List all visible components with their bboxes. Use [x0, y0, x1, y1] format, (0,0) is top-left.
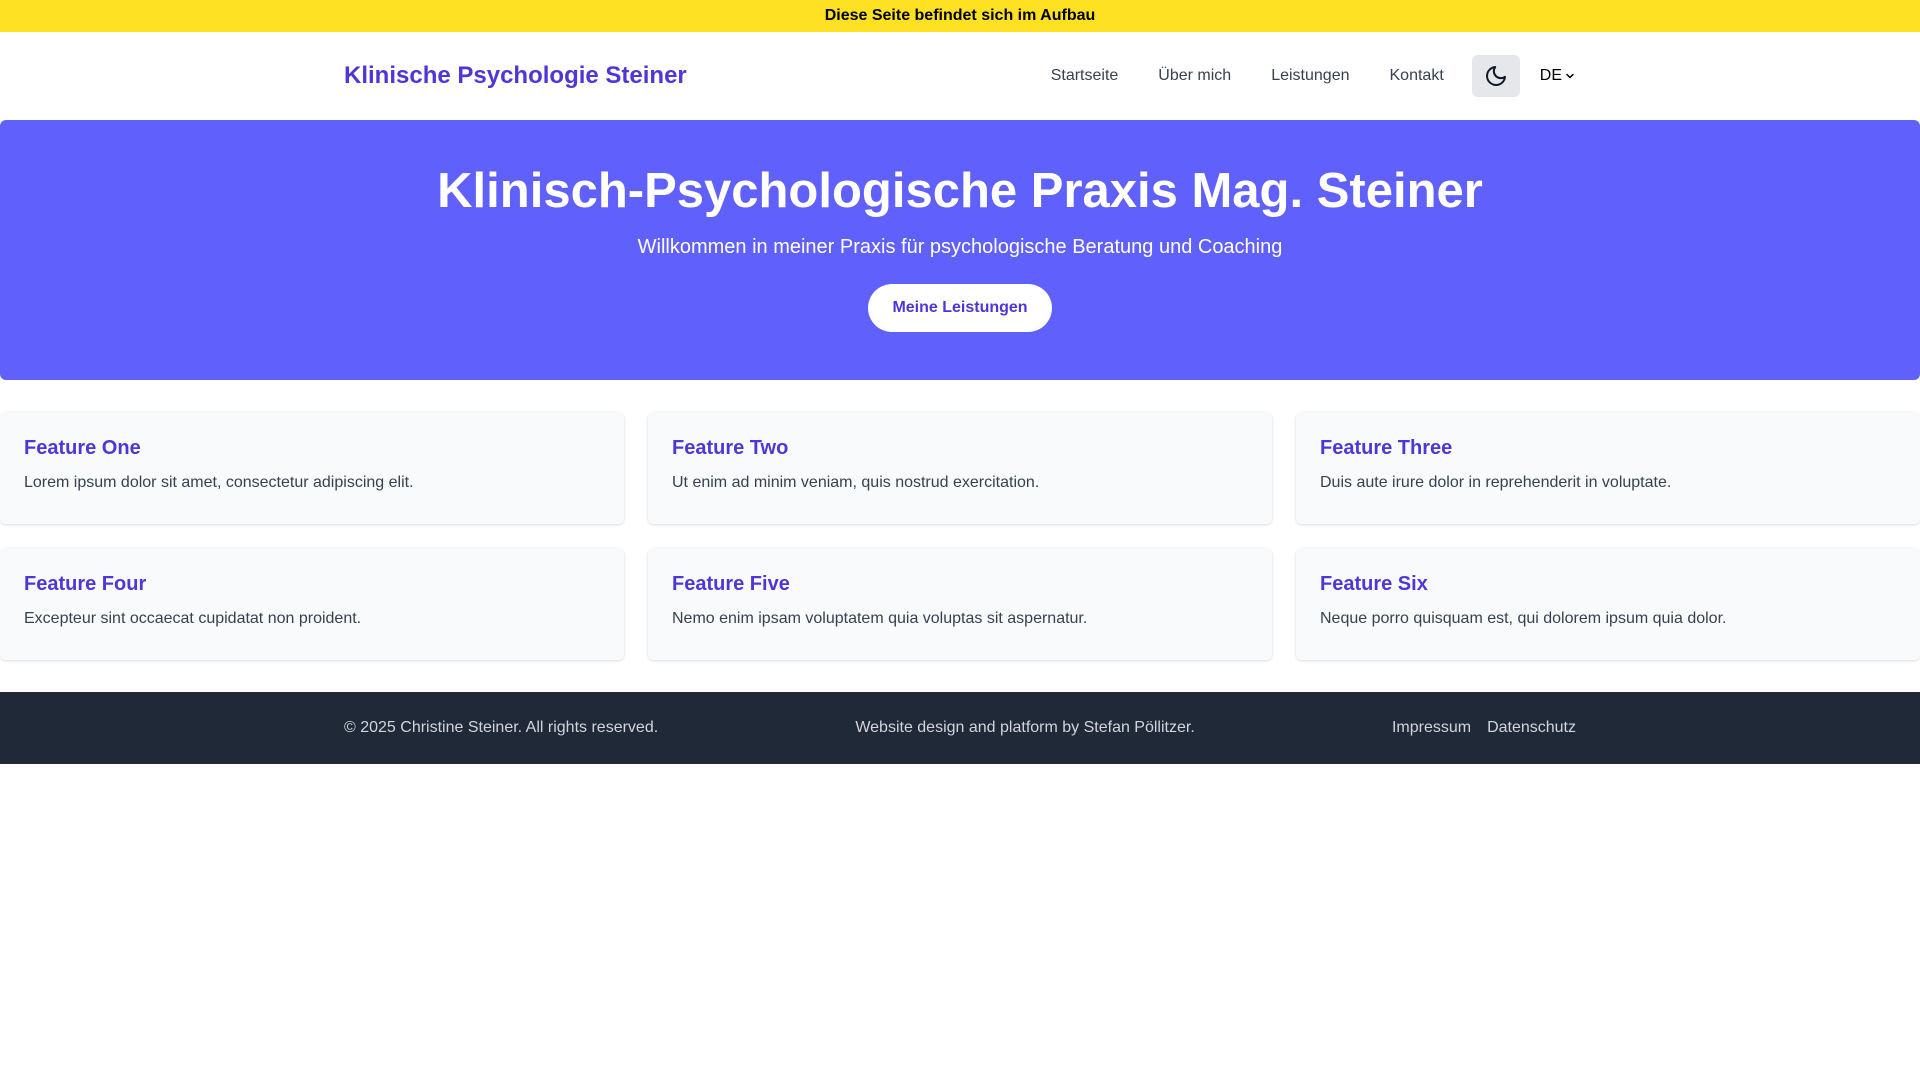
language-selector[interactable]: DE: [1540, 67, 1576, 85]
construction-banner-text: Diese Seite befindet sich im Aufbau: [824, 7, 1096, 24]
services-button[interactable]: Meine Leistungen: [868, 284, 1052, 332]
language-selector-value: DE: [1539, 67, 1562, 84]
moon-icon: [1485, 66, 1506, 86]
construction-banner: Diese Seite befindet sich im Aufbau: [0, 0, 1920, 32]
footer-links: Impressum Datenschutz: [1392, 719, 1576, 737]
feature-card: Feature Four Excepteur sint occaecat cup…: [0, 548, 624, 660]
theme-toggle-button[interactable]: [1471, 55, 1520, 97]
feature-text: Ut enim ad minim veniam, quis nostrud ex…: [672, 474, 1040, 491]
feature-card: Feature Two Ut enim ad minim veniam, qui…: [648, 412, 1272, 524]
feature-text: Lorem ipsum dolor sit amet, consectetur …: [24, 474, 414, 491]
site-header: Klinische Psychologie Steiner Startseite…: [0, 32, 1920, 120]
feature-title: Feature Four: [24, 573, 147, 595]
feature-title: Feature Three: [1320, 437, 1453, 459]
feature-card: Feature Three Duis aute irure dolor in r…: [1296, 412, 1920, 524]
feature-card: Feature Six Neque porro quisquam est, qu…: [1296, 548, 1920, 660]
hero-section: Klinisch-Psychologische Praxis Mag. Stei…: [0, 120, 1920, 380]
main-nav: Startseite Über mich Leistungen Kontakt …: [1051, 55, 1576, 97]
site-footer: © 2025 Christine Steiner. All rights res…: [0, 692, 1920, 764]
feature-title: Feature Two: [672, 437, 789, 459]
features-grid: Feature One Lorem ipsum dolor sit amet, …: [0, 412, 1920, 660]
feature-text: Duis aute irure dolor in reprehenderit i…: [1320, 474, 1672, 491]
hero-subtitle: Willkommen in meiner Praxis für psycholo…: [637, 236, 1283, 258]
nav-link-contact[interactable]: Kontakt: [1390, 67, 1444, 85]
nav-link-about[interactable]: Über mich: [1158, 67, 1231, 85]
feature-text: Neque porro quisquam est, qui dolorem ip…: [1320, 610, 1727, 627]
footer-link-privacy[interactable]: Datenschutz: [1487, 719, 1576, 737]
feature-title: Feature Six: [1320, 573, 1428, 595]
brand-logo[interactable]: Klinische Psychologie Steiner: [344, 62, 687, 90]
nav-link-services[interactable]: Leistungen: [1271, 67, 1349, 85]
footer-credit: Website design and platform by Stefan Pö…: [855, 719, 1195, 736]
chevron-down-icon: [1566, 73, 1574, 79]
footer-link-impressum[interactable]: Impressum: [1392, 719, 1471, 737]
footer-copyright: © 2025 Christine Steiner. All rights res…: [344, 719, 659, 736]
hero-title: Klinisch-Psychologische Praxis Mag. Stei…: [437, 164, 1483, 218]
nav-link-home[interactable]: Startseite: [1051, 67, 1119, 85]
feature-title: Feature Five: [672, 573, 790, 595]
feature-text: Nemo enim ipsam voluptatem quia voluptas…: [672, 610, 1088, 627]
feature-text: Excepteur sint occaecat cupidatat non pr…: [24, 610, 362, 627]
feature-card: Feature One Lorem ipsum dolor sit amet, …: [0, 412, 624, 524]
feature-card: Feature Five Nemo enim ipsam voluptatem …: [648, 548, 1272, 660]
feature-title: Feature One: [24, 437, 141, 459]
